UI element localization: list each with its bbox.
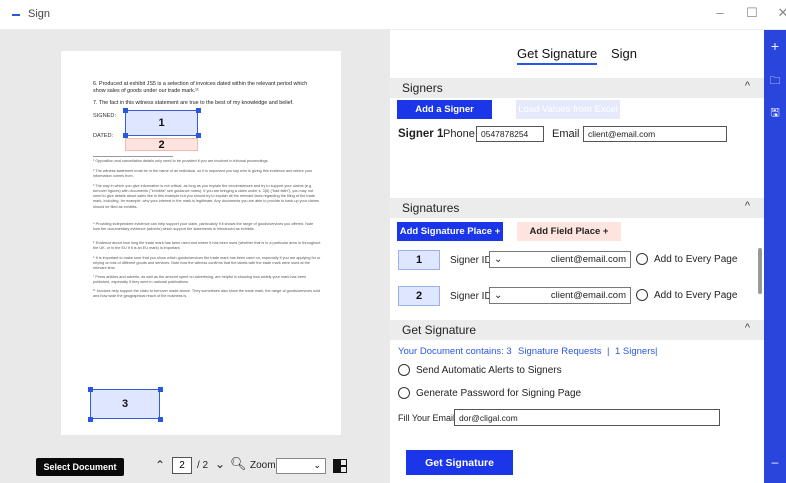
chevron-up-icon[interactable]: ^ (745, 80, 750, 92)
footnote-3: ³ The way in which you give information … (93, 184, 319, 209)
fill-email-input[interactable]: dor@cligal.com (454, 409, 720, 426)
signature-place-number[interactable]: 1 (398, 250, 440, 270)
send-alerts-label: Send Automatic Alerts to Signers (416, 365, 562, 376)
tab-get-signature[interactable]: Get Signature (517, 46, 598, 65)
signer-id-value: client@email.com (550, 254, 626, 265)
get-signature-section-header[interactable]: Get Signature ^ (390, 320, 764, 340)
tab-sign[interactable]: Sign (611, 46, 637, 61)
resize-handle[interactable] (88, 387, 93, 392)
select-document-button[interactable]: Select Document (36, 458, 124, 476)
para-6: 6. Produced at exhibit JS5 is a selectio… (93, 81, 308, 95)
app-logo-icon (12, 9, 20, 21)
search-icon[interactable]: 🔍︎ (230, 456, 247, 472)
signature-requests-link[interactable]: Signature Requests (518, 346, 601, 357)
document-panel: 6. Produced at exhibit JS5 is a selectio… (0, 30, 390, 483)
folder-icon[interactable]: 🗀︎ (768, 72, 782, 91)
signature-box-3[interactable]: 3 (90, 389, 160, 419)
add-icon[interactable]: + (768, 38, 782, 54)
section-title: Get Signature (402, 323, 477, 337)
add-field-place-button[interactable]: Add Field Place + (517, 222, 621, 241)
resize-handle[interactable] (158, 387, 163, 392)
signer-id-select[interactable]: ⌄ client@email.com (489, 251, 631, 268)
add-signer-button[interactable]: Add a Signer (397, 100, 492, 119)
chevron-up-icon[interactable]: ^ (745, 322, 750, 334)
generate-password-label: Generate Password for Signing Page (416, 388, 582, 399)
signer-label: Signer 1 (398, 128, 444, 140)
signers-count-link[interactable]: 1 Signers (615, 346, 655, 357)
send-alerts-radio[interactable] (398, 364, 410, 376)
document-page: 6. Produced at exhibit JS5 is a selectio… (61, 51, 341, 435)
signing-panel: Get Signature Sign Signers ^ Add a Signe… (390, 30, 764, 483)
signature-box-1[interactable]: 1 (125, 110, 198, 136)
footnote-2: ² The witness statement must be in the n… (93, 169, 313, 179)
info-separator: | (655, 346, 658, 357)
email-input[interactable]: client@email.com (583, 126, 727, 142)
footnote-4: ⁴ Providing independent evidence can hel… (93, 222, 314, 232)
section-title: Signers (402, 81, 443, 95)
signed-label: SIGNED: (93, 113, 117, 119)
every-page-radio[interactable] (636, 289, 648, 301)
footnote-7: ⁷ Press articles and adverts, as well as… (93, 275, 307, 285)
para-7: 7. The fact in this witness statement ar… (93, 100, 294, 106)
phone-input[interactable]: 0547878254 (476, 126, 544, 142)
signature-place-number[interactable]: 2 (398, 286, 440, 306)
tab-bar: Get Signature Sign (390, 30, 764, 74)
footnote-divider (93, 156, 173, 157)
generate-password-radio[interactable] (398, 387, 410, 399)
grid-view-icon[interactable] (333, 459, 347, 473)
footnote-1: ¹ Opposition and cancellation details on… (93, 159, 269, 163)
app-window: Sign – ☐ ✕ 6. Produced at exhibit JS5 is… (0, 0, 786, 483)
every-page-radio[interactable] (636, 253, 648, 265)
zoom-select[interactable]: ⌄ (276, 458, 326, 474)
title-bar: Sign – ☐ ✕ (0, 0, 786, 30)
chevron-down-icon: ⌄ (494, 290, 503, 301)
load-excel-button[interactable]: Load Values from Excel (516, 100, 620, 119)
zoom-label: Zoom (250, 460, 276, 471)
chevron-down-icon: ⌄ (494, 254, 503, 265)
signers-section-header[interactable]: Signers ^ (390, 78, 764, 98)
page-total: / 2 (197, 460, 209, 471)
maximize-button[interactable]: ☐ (742, 5, 762, 21)
page-number-input[interactable]: 2 (172, 457, 192, 474)
minus-icon[interactable]: ‒ (768, 455, 782, 469)
fill-email-label: Fill Your Email (398, 413, 456, 423)
dated-label: DATED: (93, 133, 114, 139)
resize-handle[interactable] (88, 417, 93, 422)
doc-contains-text: Your Document contains: 3 (398, 346, 512, 357)
phone-label: Phone (443, 128, 475, 140)
signer-id-select[interactable]: ⌄ client@email.com (489, 287, 631, 304)
field-box-2[interactable]: 2 (125, 138, 198, 151)
resize-handle[interactable] (158, 417, 163, 422)
close-button[interactable]: ✕ (773, 5, 786, 21)
document-toolbar: Select Document ⌃ 2 / 2 ⌄ 🔍︎ Zoom ⌄ (0, 448, 390, 483)
chevron-down-icon[interactable]: ⌄ (215, 457, 225, 471)
chevron-down-icon: ⌄ (313, 460, 321, 470)
signatures-section-header[interactable]: Signatures ^ (390, 198, 764, 218)
footnote-5: ⁵ Evidence about how long the trade mark… (93, 241, 321, 251)
window-title: Sign (28, 8, 51, 20)
chevron-up-icon[interactable]: ⌃ (155, 458, 165, 472)
resize-handle[interactable] (123, 108, 128, 113)
footnote-6: ⁶ It is important to make sure that you … (93, 256, 321, 271)
chevron-up-icon[interactable]: ^ (745, 200, 750, 212)
scrollbar-thumb[interactable] (758, 248, 762, 294)
save-icon[interactable]: 🖫︎ (768, 104, 782, 123)
resize-handle[interactable] (196, 108, 201, 113)
add-signature-place-button[interactable]: Add Signature Place + (397, 222, 503, 241)
get-signature-button[interactable]: Get Signature (406, 450, 513, 475)
section-title: Signatures (402, 201, 460, 215)
email-label: Email (552, 128, 580, 140)
every-page-label: Add to Every Page (654, 254, 738, 265)
every-page-label: Add to Every Page (654, 290, 738, 301)
info-separator: | (607, 346, 610, 357)
minimize-button[interactable]: – (710, 5, 730, 20)
side-rail: + 🗀︎ 🖫︎ ‒ (764, 30, 786, 483)
footnote-8: ¹¹ Invoices help support the claim to tu… (93, 289, 321, 299)
signer-id-value: client@email.com (550, 290, 626, 301)
signer-id-label: Signer ID (450, 291, 492, 302)
signer-id-label: Signer ID (450, 255, 492, 266)
